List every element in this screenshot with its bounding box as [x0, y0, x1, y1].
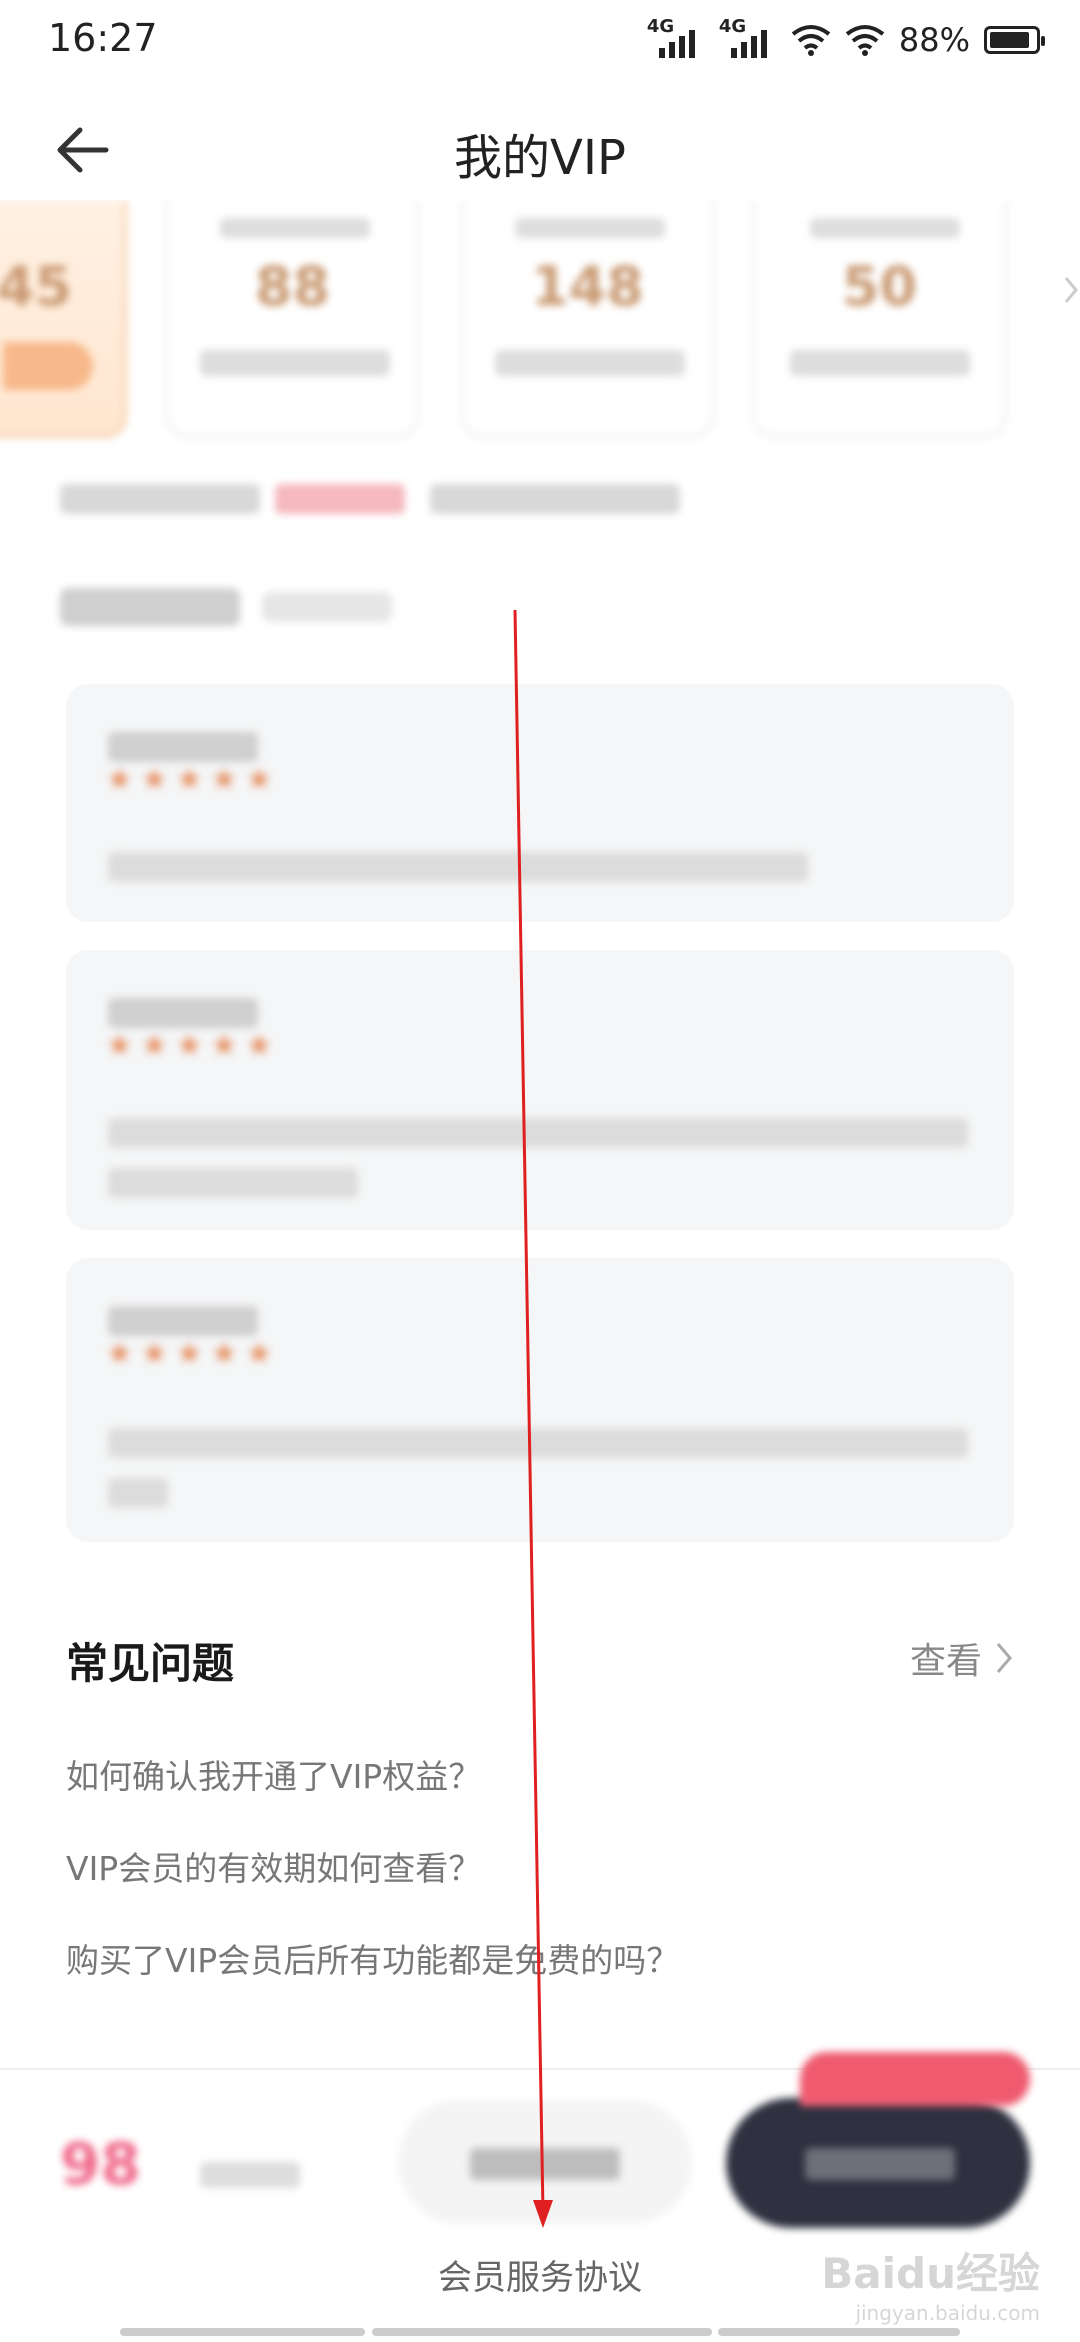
watermark-brand: Baidu经验: [821, 2249, 1040, 2298]
placeholder-text: [805, 2148, 955, 2180]
nav-bar: 我的VIP: [0, 100, 1080, 200]
chevron-right-icon: [1064, 277, 1078, 303]
faq-more-link[interactable]: 查看: [910, 1632, 1014, 1684]
placeholder-text: [108, 998, 258, 1028]
placeholder-text: [220, 218, 370, 238]
status-time: 16:27: [48, 16, 158, 60]
placeholder-text: [108, 1118, 968, 1148]
plan-price: 88: [254, 255, 331, 318]
placeholder-text: [108, 1306, 258, 1336]
discount-badge: [800, 2052, 1030, 2106]
home-indicator: [718, 2328, 960, 2336]
home-indicator: [372, 2328, 712, 2336]
wifi-icon: [845, 25, 885, 56]
watermark-url: jingyan.baidu.com: [855, 2301, 1040, 2325]
purchase-price: 98: [60, 2130, 141, 2198]
placeholder-text: [200, 350, 390, 376]
faq-item[interactable]: 如何确认我开通了VIP权益？: [66, 1750, 481, 1798]
status-icons: 4G 4G 88%: [647, 16, 1045, 60]
home-indicator: [120, 2328, 365, 2336]
placeholder-text: [495, 350, 685, 376]
placeholder-text: [430, 484, 680, 514]
wifi-icon: [791, 25, 831, 56]
chevron-right-icon: [996, 1643, 1012, 1673]
placeholder-text: [60, 588, 240, 626]
placeholder-text: [810, 218, 960, 238]
placeholder-text: [790, 350, 970, 376]
plan-tag: [3, 342, 93, 390]
battery-text: 88%: [898, 21, 970, 59]
placeholder-text: [108, 1478, 168, 1508]
placeholder-text: [200, 2162, 300, 2188]
baidu-watermark: Baidu经验 jingyan.baidu.com: [821, 2240, 1040, 2325]
review-card: ★★★★★: [66, 684, 1014, 922]
faq-item[interactable]: 购买了VIP会员后所有功能都是免费的吗？: [66, 1934, 679, 1982]
signal-icon: 4G: [647, 16, 705, 60]
placeholder-text: [108, 1168, 358, 1198]
page-title: 我的VIP: [454, 130, 626, 186]
status-bar: 16:27 4G 4G 88%: [0, 0, 1080, 84]
review-card: ★★★★★: [66, 1258, 1014, 1542]
review-stars: ★★★★★: [106, 1028, 281, 1063]
plan-price: 148: [531, 255, 644, 318]
review-card: ★★★★★: [66, 950, 1014, 1230]
plan-card[interactable]: 45: [0, 200, 127, 438]
placeholder-text: [108, 1428, 968, 1458]
battery-icon: [984, 26, 1045, 54]
plan-price: 45: [0, 255, 73, 318]
placeholder-text: [262, 592, 392, 622]
placeholder-text: [470, 2148, 620, 2180]
placeholder-text: [275, 484, 405, 514]
review-stars: ★★★★★: [106, 762, 281, 797]
faq-title: 常见问题: [66, 1639, 235, 1688]
signal-icon: 4G: [719, 16, 777, 60]
review-stars: ★★★★★: [106, 1336, 281, 1371]
placeholder-text: [515, 218, 665, 238]
plan-price: 50: [841, 255, 918, 318]
plan-carousel[interactable]: 45 88 148 50: [0, 200, 1080, 450]
faq-item[interactable]: VIP会员的有效期如何查看？: [66, 1842, 481, 1890]
placeholder-text: [60, 484, 260, 514]
placeholder-text: [108, 732, 258, 762]
placeholder-text: [108, 852, 808, 882]
faq-more-label: 查看: [909, 1641, 982, 1682]
